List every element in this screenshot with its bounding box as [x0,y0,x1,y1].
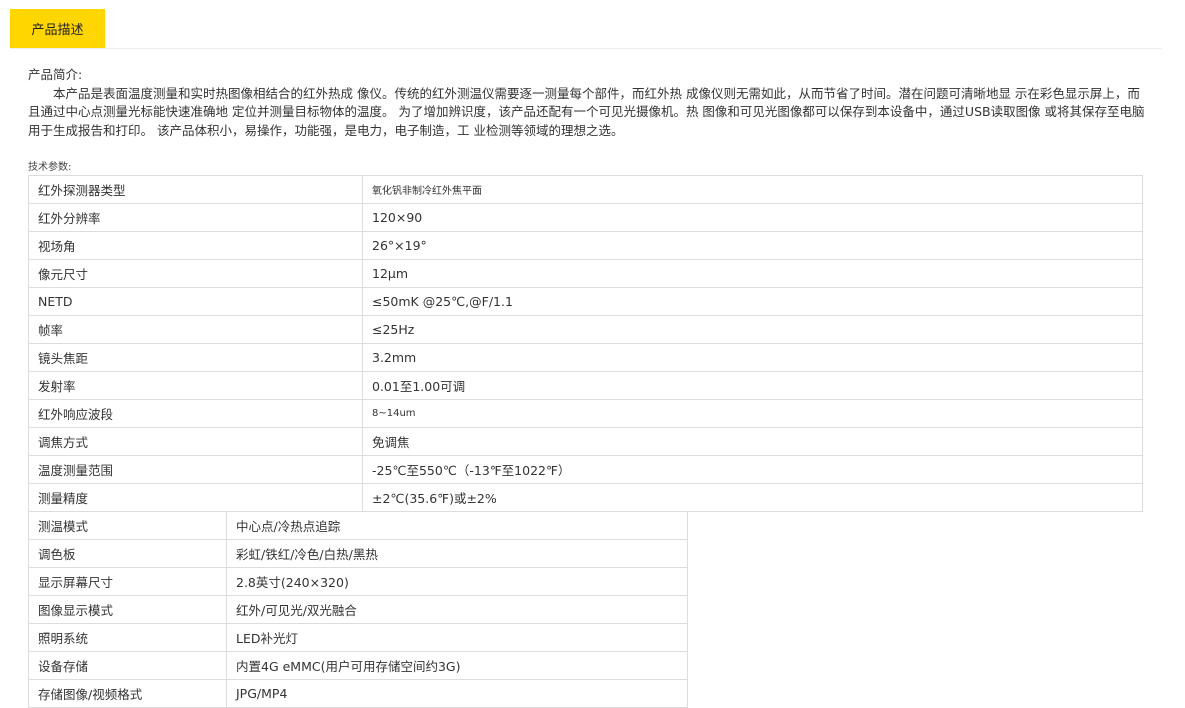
spec-value: 0.01至1.00可调 [362,371,1143,400]
spec-value: 3.2mm [362,343,1143,372]
table-row: NETD ≤50mK @25℃,@F/1.1 [28,287,1143,316]
spec-value: JPG/MP4 [226,679,688,708]
spec-key: 像元尺寸 [28,259,363,288]
spec-value: 120×90 [362,203,1143,232]
table-row: 像元尺寸 12μm [28,259,1143,288]
spec-key: 测量精度 [28,483,363,512]
spec-key: 红外探测器类型 [28,175,363,204]
spec-value: ±2℃(35.6℉)或±2% [362,483,1143,512]
spec-value: 彩虹/铁红/冷色/白热/黑热 [226,539,688,568]
table-row: 调焦方式 免调焦 [28,427,1143,456]
spec-key: 帧率 [28,315,363,344]
table-row: 照明系统 LED补光灯 [28,623,688,652]
table-row: 视场角 26°×19° [28,231,1143,260]
product-intro: 产品简介: 本产品是表面温度测量和实时热图像相结合的红外热成 像仪。传统的红外测… [28,66,1150,140]
spec-value: 26°×19° [362,231,1143,260]
table-row: 温度测量范围 -25℃至550℃（-13℉至1022℉） [28,455,1143,484]
spec-key: 红外分辨率 [28,203,363,232]
spec-value: 中心点/冷热点追踪 [226,511,688,540]
spec-key: NETD [28,287,363,316]
spec-key: 发射率 [28,371,363,400]
spec-value: 8~14um [362,399,1143,428]
table-row: 存储图像/视频格式 JPG/MP4 [28,679,688,708]
spec-value: 红外/可见光/双光融合 [226,595,688,624]
spec-key: 图像显示模式 [28,595,227,624]
spec-value: ≤50mK @25℃,@F/1.1 [362,287,1143,316]
table-row: 红外响应波段 8~14um [28,399,1143,428]
spec-value: ≤25Hz [362,315,1143,344]
table-row: 发射率 0.01至1.00可调 [28,371,1143,400]
table-row: 测量精度 ±2℃(35.6℉)或±2% [28,483,1143,512]
spec-value: -25℃至550℃（-13℉至1022℉） [362,455,1143,484]
spec-table-main: 红外探测器类型 氧化钒非制冷红外焦平面 红外分辨率 120×90 视场角 26°×19… [28,175,1143,512]
table-row: 红外分辨率 120×90 [28,203,1143,232]
spec-value: 氧化钒非制冷红外焦平面 [362,175,1143,204]
spec-key: 红外响应波段 [28,399,363,428]
intro-title: 产品简介: [28,67,83,82]
table-row: 图像显示模式 红外/可见光/双光融合 [28,595,688,624]
spec-value: 2.8英寸(240×320) [226,567,688,596]
spec-key: 照明系统 [28,623,227,652]
spec-key: 温度测量范围 [28,455,363,484]
spec-value: 内置4G eMMC(用户可用存储空间约3G) [226,651,688,680]
table-row: 测温模式 中心点/冷热点追踪 [28,511,688,540]
spec-key: 镜头焦距 [28,343,363,372]
table-row: 设备存储 内置4G eMMC(用户可用存储空间约3G) [28,651,688,680]
tab-bar: 产品描述 [10,9,1162,49]
spec-key: 调色板 [28,539,227,568]
spec-key: 存储图像/视频格式 [28,679,227,708]
spec-key: 测温模式 [28,511,227,540]
spec-value: 免调焦 [362,427,1143,456]
spec-table-secondary: 测温模式 中心点/冷热点追踪 调色板 彩虹/铁红/冷色/白热/黑热 显示屏幕尺寸 2.… [28,511,688,708]
table-row: 帧率 ≤25Hz [28,315,1143,344]
table-row: 镜头焦距 3.2mm [28,343,1143,372]
table-row: 显示屏幕尺寸 2.8英寸(240×320) [28,567,688,596]
specs-label: 技术参数: [28,162,72,173]
tab-product-description[interactable]: 产品描述 [10,9,105,48]
table-row: 红外探测器类型 氧化钒非制冷红外焦平面 [28,175,1143,204]
spec-key: 视场角 [28,231,363,260]
spec-key: 调焦方式 [28,427,363,456]
spec-value: LED补光灯 [226,623,688,652]
spec-key: 显示屏幕尺寸 [28,567,227,596]
spec-key: 设备存储 [28,651,227,680]
spec-value: 12μm [362,259,1143,288]
intro-body: 本产品是表面温度测量和实时热图像相结合的红外热成 像仪。传统的红外测温仪需要逐一… [28,85,1145,138]
table-row: 调色板 彩虹/铁红/冷色/白热/黑热 [28,539,688,568]
